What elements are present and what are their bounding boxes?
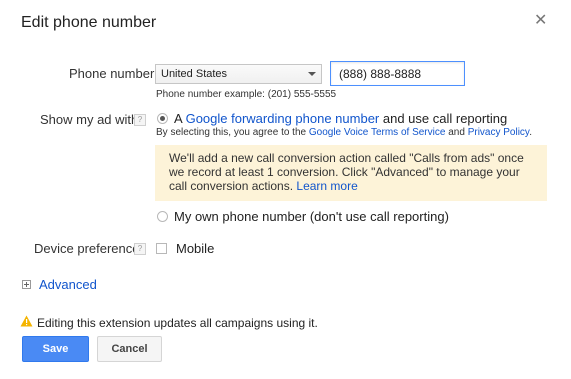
help-icon[interactable]: ? — [134, 114, 146, 126]
advanced-link[interactable]: Advanced — [39, 277, 97, 292]
own-number-radio[interactable] — [157, 211, 168, 222]
forwarding-number-radio[interactable] — [157, 113, 168, 124]
show-ad-label: Show my ad with — [40, 112, 139, 127]
forwarding-option-text: A Google forwarding phone number and use… — [174, 111, 508, 126]
chevron-down-icon — [308, 72, 316, 76]
warning-icon — [20, 315, 33, 327]
dialog-title: Edit phone number — [21, 14, 157, 31]
learn-more-link[interactable]: Learn more — [296, 179, 357, 193]
country-select-value: United States — [161, 68, 228, 80]
device-preference-label: Device preference — [34, 241, 140, 256]
warning-text: Editing this extension updates all campa… — [37, 316, 318, 330]
call-conversion-info-box: We'll add a new call conversion action c… — [155, 145, 547, 201]
phone-number-input[interactable] — [330, 61, 465, 86]
save-button[interactable]: Save — [22, 336, 89, 362]
phone-number-label: Phone number — [69, 66, 155, 81]
consent-text: By selecting this, you agree to the Goog… — [156, 127, 532, 138]
mobile-checkbox[interactable] — [156, 243, 167, 254]
help-icon[interactable]: ? — [134, 243, 146, 255]
phone-example-text: Phone number example: (201) 555-5555 — [156, 89, 337, 100]
country-select[interactable]: United States — [155, 64, 322, 84]
cancel-button[interactable]: Cancel — [97, 336, 162, 362]
close-icon[interactable]: ✕ — [534, 12, 547, 30]
own-number-option-text: My own phone number (don't use call repo… — [174, 209, 449, 224]
google-forwarding-link[interactable]: Google forwarding phone number — [186, 111, 380, 126]
privacy-policy-link[interactable]: Privacy Policy — [468, 127, 530, 138]
mobile-checkbox-label: Mobile — [176, 241, 215, 256]
terms-of-service-link[interactable]: Google Voice Terms of Service — [309, 127, 446, 138]
expand-icon[interactable] — [22, 280, 31, 289]
